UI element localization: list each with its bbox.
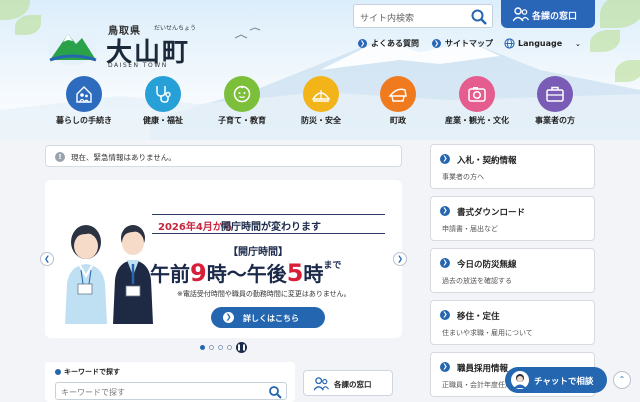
banner-note: ※電話受付時間や職員の勤務時間に変更はありません。	[177, 290, 351, 298]
link-form-download[interactable]: ❯ 書式ダウンロード 申請書・届出など	[430, 196, 595, 241]
chevron-right-icon: ❯	[358, 39, 367, 48]
disaster-icon	[311, 90, 331, 102]
chevron-right-icon: ❯	[432, 39, 441, 48]
category-childcare-education[interactable]: 子育て・教育	[202, 76, 282, 128]
chevron-right-icon: ❯	[440, 258, 450, 268]
category-industry-tourism[interactable]: 産業・観光・文化	[437, 76, 517, 128]
category-label: 健康・福祉	[143, 116, 183, 125]
banner-slider[interactable]: 2026年4月から 開庁時間が変わります 【開庁時間】 午前9時〜午後5時まで …	[45, 180, 402, 338]
category-circle	[459, 76, 495, 112]
mountain-logo-icon	[47, 31, 97, 65]
category-label: 産業・観光・文化	[445, 116, 509, 125]
notice-text: 現在、緊急情報はありません。	[71, 153, 176, 162]
town-hall-icon	[388, 88, 407, 102]
category-town-admin[interactable]: 町政	[358, 76, 438, 128]
people-icon	[513, 7, 529, 22]
globe-icon	[504, 38, 515, 49]
category-label: 事業者の方	[535, 116, 575, 125]
details-button[interactable]: ❯ 詳しくはこちら	[211, 307, 325, 328]
slider-next-button[interactable]: ❯	[393, 252, 407, 266]
pause-icon[interactable]: ❚❚	[236, 342, 247, 353]
category-disaster-safety[interactable]: 防災・安全	[281, 76, 361, 128]
departments-link[interactable]: 各課の窓口	[303, 370, 393, 396]
chevron-right-icon: ❯	[440, 362, 450, 372]
category-label: 防災・安全	[301, 116, 341, 125]
back-to-top-button[interactable]: ⌃	[613, 371, 631, 389]
link-bidding-contracts[interactable]: ❯ 入札・契約情報 事業者の方へ	[430, 144, 595, 189]
exclamation-icon: !	[55, 152, 65, 162]
chat-avatar-icon	[511, 371, 529, 389]
camera-icon	[468, 87, 486, 102]
category-label: 子育て・教育	[218, 116, 266, 125]
chevron-right-icon: ❯	[440, 206, 450, 216]
leaf-decoration	[615, 60, 640, 82]
category-circle	[66, 76, 102, 112]
town-roman: DAISEN TOWN	[108, 62, 168, 69]
chevron-right-icon: ❯	[223, 312, 234, 323]
category-label: 暮らしの手続き	[56, 116, 112, 125]
link-disaster-radio[interactable]: ❯ 今日の防災無線 過去の放送を確認する	[430, 248, 595, 293]
slider-prev-button[interactable]: ❮	[40, 252, 54, 266]
search-icon[interactable]	[268, 385, 282, 399]
slide-dot[interactable]	[209, 345, 214, 350]
bullet-icon	[55, 369, 61, 375]
keyword-search: キーワードで探す キーワードで探す	[45, 362, 295, 402]
language-selector[interactable]: Language ⌄	[504, 38, 581, 49]
sitemap-link[interactable]: ❯ サイトマップ	[432, 38, 493, 49]
banner-title: 2026年4月から 開庁時間が変わります	[152, 214, 385, 234]
keyword-label: キーワードで探す	[55, 367, 120, 377]
category-circle	[145, 76, 181, 112]
family-icon	[76, 86, 92, 103]
briefcase-icon	[546, 86, 564, 102]
chat-consult-button[interactable]: チャットで相談	[505, 367, 607, 393]
category-circle	[303, 76, 339, 112]
search-input[interactable]: サイト内検索	[360, 11, 414, 24]
people-icon	[314, 377, 329, 391]
category-living[interactable]: 暮らしの手続き	[44, 76, 124, 128]
departments-button[interactable]: 各課の窓口	[501, 0, 595, 28]
town-logo[interactable]: 鳥取県 だいせんちょう 大山町 DAISEN TOWN	[46, 20, 206, 70]
slide-dot[interactable]	[200, 345, 205, 350]
category-circle	[537, 76, 573, 112]
stethoscope-icon	[156, 86, 171, 103]
category-business[interactable]: 事業者の方	[515, 76, 595, 128]
category-circle	[380, 76, 416, 112]
slide-dot[interactable]	[227, 345, 232, 350]
hours-label: 【開庁時間】	[228, 247, 288, 258]
search-icon[interactable]	[470, 8, 488, 26]
emergency-notice: ! 現在、緊急情報はありません。	[45, 145, 402, 167]
faq-link[interactable]: ❯ よくある質問	[358, 38, 419, 49]
chevron-right-icon: ❯	[440, 310, 450, 320]
town-kana: だいせんちょう	[154, 25, 197, 32]
site-search[interactable]: サイト内検索	[353, 4, 493, 28]
category-label: 町政	[390, 116, 406, 125]
slide-dot[interactable]	[218, 345, 223, 350]
chevron-down-icon: ⌄	[574, 39, 581, 48]
chevron-right-icon: ❯	[440, 154, 450, 164]
link-migration[interactable]: ❯ 移住・定住 住まいや求職・雇用について	[430, 300, 595, 345]
staff-illustration	[65, 225, 153, 324]
category-health-welfare[interactable]: 健康・福祉	[123, 76, 203, 128]
baby-icon	[233, 85, 251, 103]
keyword-input[interactable]: キーワードで探す	[55, 382, 287, 400]
departments-button-label: 各課の窓口	[532, 12, 578, 22]
opening-hours: 午前9時〜午後5時まで	[150, 259, 342, 287]
category-circle	[224, 76, 260, 112]
